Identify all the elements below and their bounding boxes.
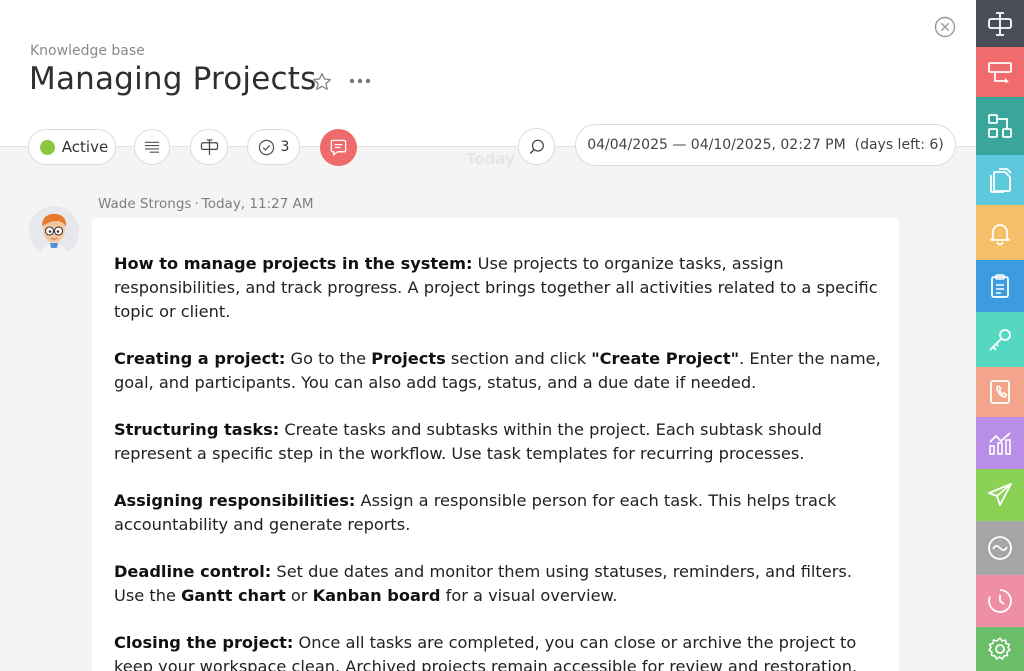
kanban-term: Kanban board — [312, 586, 441, 605]
meta-separator: · — [194, 196, 199, 212]
gear-icon — [988, 637, 1011, 660]
pin-board-icon — [988, 11, 1012, 36]
checklist-count: 3 — [280, 139, 290, 155]
sidebar-item-pin-board[interactable] — [976, 0, 1024, 47]
sidebar-item-contacts[interactable] — [976, 367, 1024, 417]
paragraph: Assigning responsibilities: Assign a res… — [114, 489, 884, 537]
message-meta: Wade Strongs · Today, 11:27 AM — [98, 196, 313, 212]
check-circle-icon — [258, 139, 274, 155]
main-panel: Knowledge base Managing Projects Today A… — [0, 0, 976, 671]
hierarchy-icon — [988, 114, 1012, 138]
star-icon[interactable] — [311, 71, 333, 93]
sidebar-item-hierarchy[interactable] — [976, 97, 1024, 155]
app-sidebar — [976, 0, 1024, 671]
sidebar-item-tasks[interactable] — [976, 260, 1024, 312]
clipboard-icon — [991, 274, 1009, 298]
more-options-icon[interactable] — [347, 70, 373, 92]
wave-icon — [988, 536, 1012, 560]
status-dot-icon — [39, 139, 55, 155]
close-icon[interactable] — [934, 16, 956, 38]
chat-icon — [330, 139, 347, 156]
paragraph-lead: Creating a project: — [114, 349, 286, 368]
send-icon — [988, 483, 1012, 506]
projects-term: Projects — [371, 349, 446, 368]
search-button[interactable] — [518, 128, 555, 165]
sidebar-item-windows[interactable] — [976, 47, 1024, 97]
gantt-term: Gantt chart — [181, 586, 286, 605]
sidebar-item-history[interactable] — [976, 575, 1024, 627]
message-time: Today, 11:27 AM — [201, 196, 314, 212]
author-name[interactable]: Wade Strongs — [98, 196, 191, 212]
paragraph-lead: Structuring tasks: — [114, 420, 280, 439]
sidebar-item-settings[interactable] — [976, 627, 1024, 671]
comments-button[interactable] — [320, 129, 357, 166]
page-title: Managing Projects — [29, 61, 317, 97]
analytics-icon — [989, 432, 1011, 455]
breadcrumb[interactable]: Knowledge base — [30, 43, 145, 59]
paragraph-lead: Closing the project: — [114, 633, 294, 652]
paragraph-text: section and click — [445, 349, 592, 368]
message-body: How to manage projects in the system: Us… — [114, 252, 884, 671]
clock-icon — [988, 589, 1012, 613]
paragraph-lead: How to manage projects in the system: — [114, 254, 473, 273]
paragraph-lead: Assigning responsibilities: — [114, 491, 356, 510]
key-icon — [989, 328, 1011, 351]
paragraph: Closing the project: Once all tasks are … — [114, 631, 884, 671]
window-icon — [988, 62, 1012, 83]
paragraph: Structuring tasks: Create tasks and subt… — [114, 418, 884, 466]
create-project-term: "Create Project" — [591, 349, 740, 368]
status-button[interactable]: Active — [28, 129, 116, 165]
status-label: Active — [61, 138, 109, 156]
description-button[interactable] — [134, 129, 170, 165]
sidebar-item-documents[interactable] — [976, 155, 1024, 205]
pin-board-icon — [200, 138, 218, 155]
date-range-button[interactable]: 04/04/2025 — 04/10/2025, 02:27 PM (days … — [575, 124, 956, 166]
sidebar-item-passwords[interactable] — [976, 312, 1024, 367]
sidebar-item-notifications[interactable] — [976, 205, 1024, 260]
paragraph-lead: Deadline control: — [114, 562, 272, 581]
pin-board-button[interactable] — [190, 129, 228, 165]
paragraph: Deadline control: Set due dates and moni… — [114, 560, 884, 608]
day-separator: Today — [466, 150, 515, 168]
sidebar-item-activity[interactable] — [976, 521, 1024, 575]
sidebar-item-analytics[interactable] — [976, 417, 1024, 469]
paragraph-text: Go to the — [285, 349, 372, 368]
sidebar-item-messages[interactable] — [976, 469, 1024, 521]
search-icon — [529, 139, 544, 154]
paragraph-text: for a visual overview. — [440, 586, 618, 605]
paragraph-text: or — [285, 586, 313, 605]
documents-icon — [990, 168, 1012, 193]
paragraph: Creating a project: Go to the Projects s… — [114, 347, 884, 395]
paragraph: How to manage projects in the system: Us… — [114, 252, 884, 324]
text-lines-icon — [144, 141, 159, 153]
checklist-button[interactable]: 3 — [247, 129, 300, 165]
bell-icon — [990, 223, 1010, 245]
avatar[interactable] — [29, 206, 79, 256]
phone-book-icon — [990, 380, 1010, 404]
